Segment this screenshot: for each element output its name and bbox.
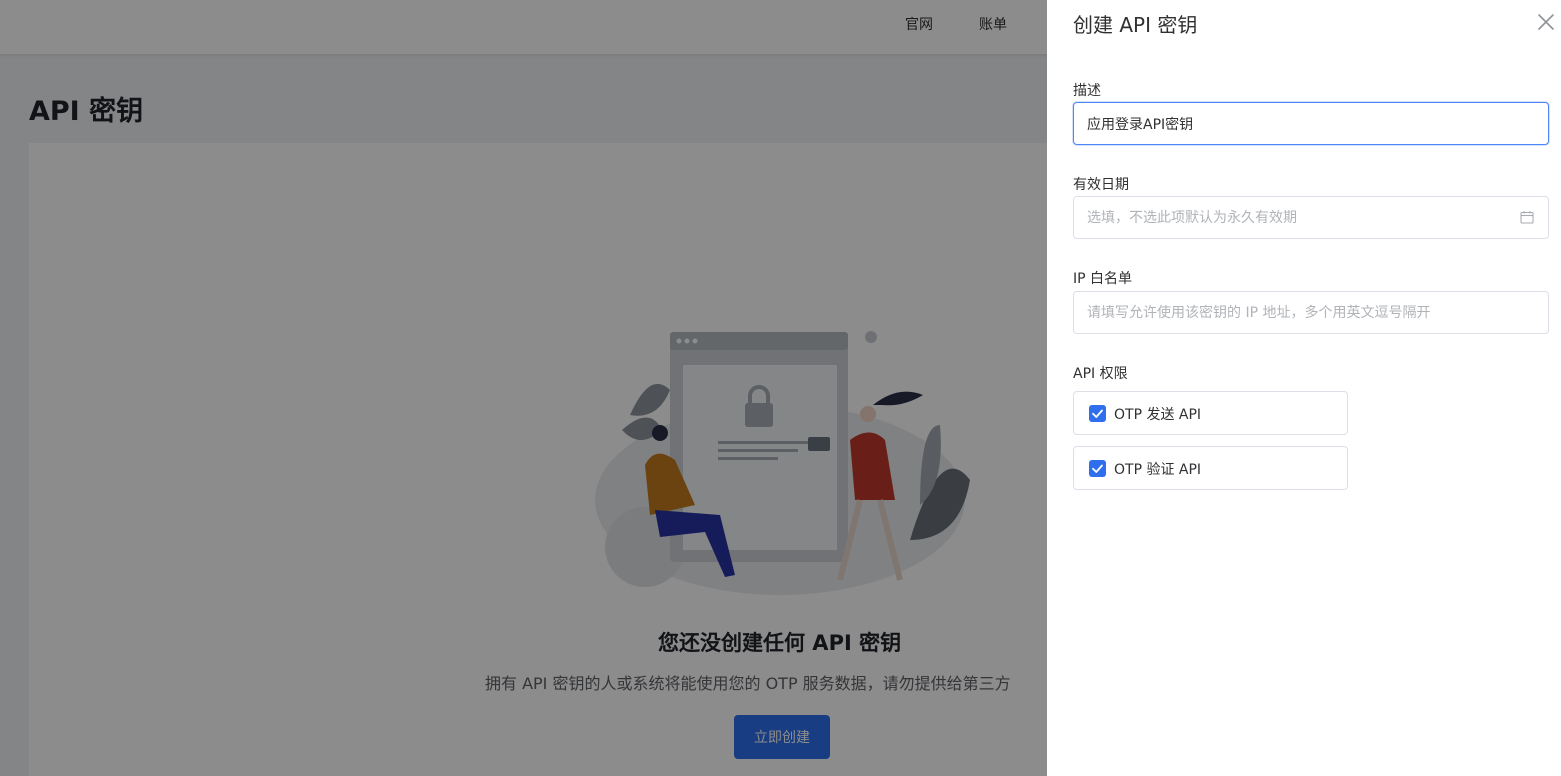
permission-checkbox-otp-send[interactable]: OTP 发送 API: [1073, 391, 1348, 435]
ip-whitelist-label: IP 白名单: [1073, 271, 1133, 287]
check-icon: [1092, 464, 1103, 473]
check-icon: [1092, 409, 1103, 418]
description-label: 描述: [1073, 83, 1101, 99]
calendar-icon[interactable]: [1520, 210, 1534, 224]
drawer-title: 创建 API 密钥: [1073, 13, 1198, 37]
checkbox-checked[interactable]: [1089, 405, 1106, 422]
api-permissions-label: API 权限: [1073, 366, 1128, 382]
expiry-label: 有效日期: [1073, 177, 1129, 193]
permission-checkbox-otp-verify[interactable]: OTP 验证 API: [1073, 446, 1348, 490]
close-button[interactable]: [1536, 12, 1556, 32]
description-input[interactable]: [1073, 102, 1549, 145]
permission-label: OTP 验证 API: [1114, 462, 1202, 478]
expiry-date-picker[interactable]: [1073, 196, 1549, 239]
close-icon: [1538, 14, 1554, 30]
checkbox-checked[interactable]: [1089, 460, 1106, 477]
ip-whitelist-input[interactable]: [1073, 291, 1549, 334]
permission-label: OTP 发送 API: [1114, 407, 1202, 423]
create-api-key-drawer: 创建 API 密钥 描述 有效日期 IP 白名单 API 权限 OTP 发送 A…: [1047, 0, 1561, 776]
